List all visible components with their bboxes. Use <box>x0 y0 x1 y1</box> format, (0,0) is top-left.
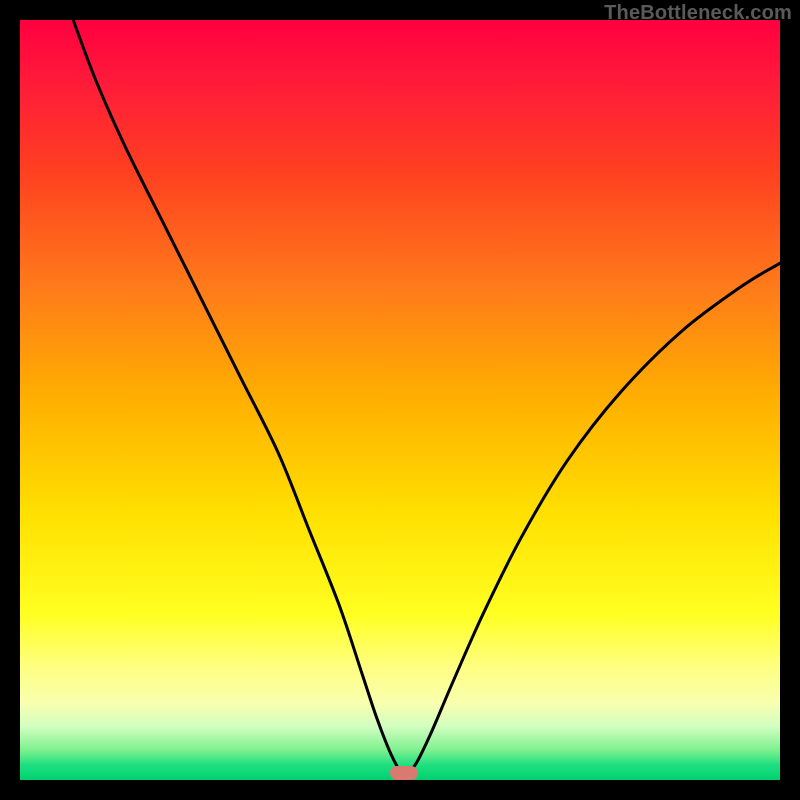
bottleneck-curve <box>20 20 780 780</box>
bottleneck-marker-icon <box>390 766 418 780</box>
chart-frame: TheBottleneck.com <box>0 0 800 800</box>
watermark-text: TheBottleneck.com <box>604 2 792 25</box>
plot-area <box>20 20 780 780</box>
